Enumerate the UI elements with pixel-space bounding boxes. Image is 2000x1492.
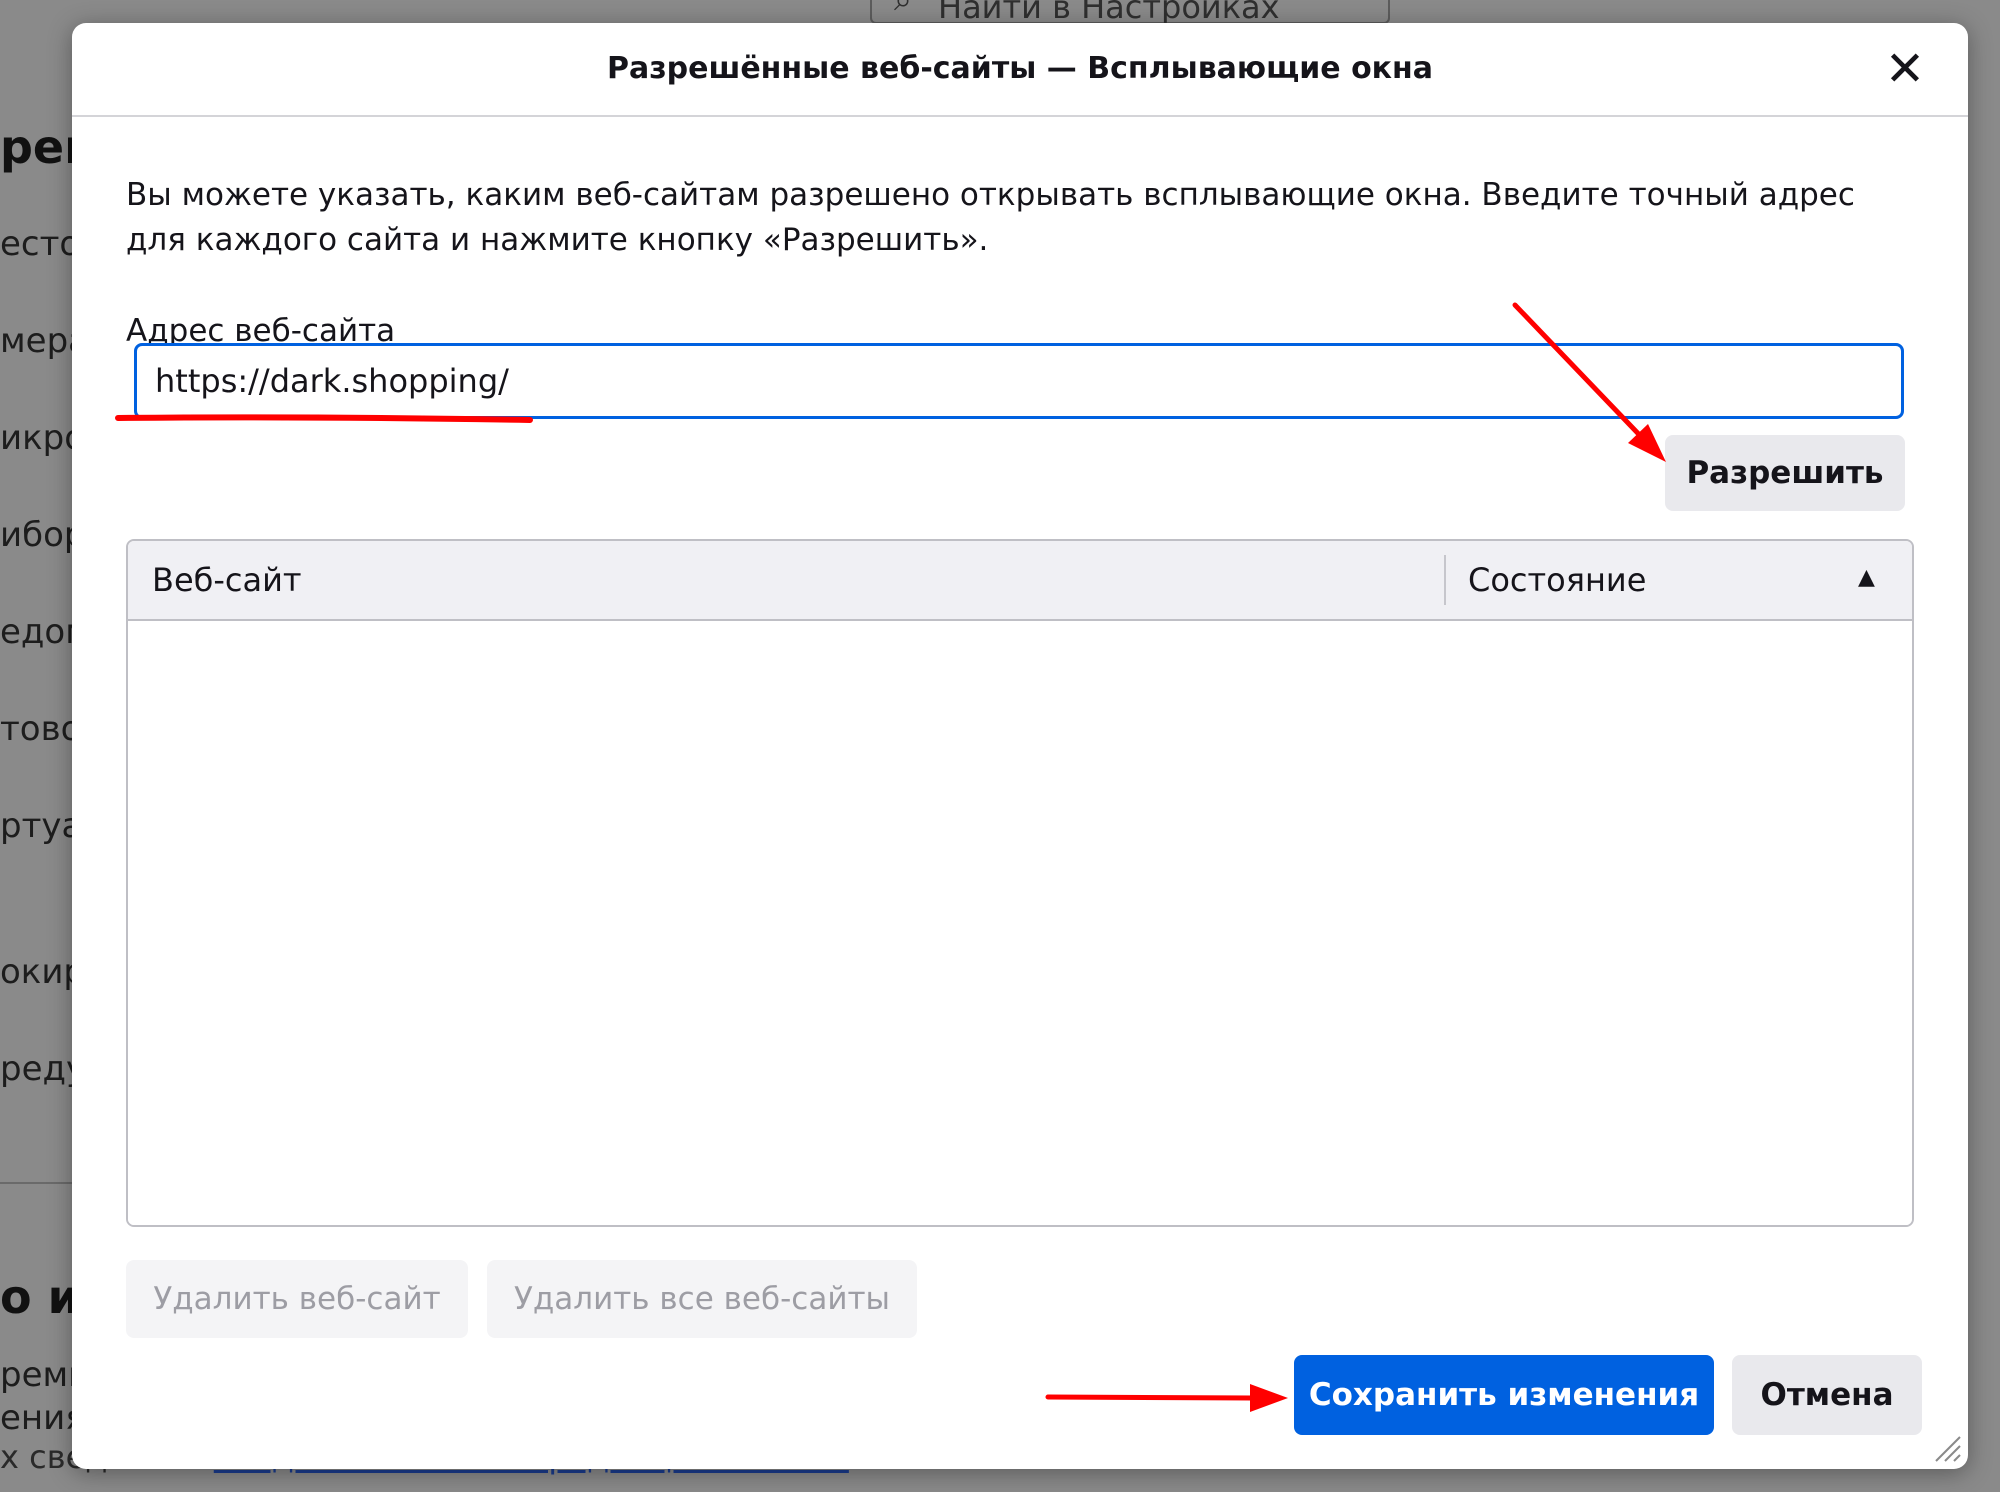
settings-search-field: ⌕ Найти в Настройках [870,0,1390,26]
sort-ascending-icon[interactable]: ▲ [1858,565,1875,590]
permissions-dialog: Разрешённые веб-сайты — Всплывающие окна… [72,23,1968,1469]
column-header-website[interactable]: Веб-сайт [152,561,302,599]
bg-item-autoplay: тово [0,709,82,749]
resize-grip-icon[interactable] [1932,1433,1962,1463]
search-icon: ⌕ [894,0,912,19]
dialog-description: Вы можете указать, каким веб-сайтам разр… [126,177,1855,258]
table-header: Веб-сайт Состояние ▲ [128,541,1912,621]
cancel-button[interactable]: Отмена [1732,1355,1922,1435]
bg-section-heading-2: о и [0,1270,80,1324]
column-header-status[interactable]: Состояние [1468,561,1646,599]
column-divider [1444,555,1446,605]
allow-button[interactable]: Разрешить [1665,435,1905,511]
close-icon[interactable]: ✕ [1882,45,1928,93]
table-body [128,621,1912,1225]
bg-item-virtual-reality: ртуа [0,806,83,846]
remove-all-websites-button[interactable]: Удалить все веб-сайты [487,1260,917,1338]
remove-website-button[interactable]: Удалить веб-сайт [126,1260,468,1338]
dialog-titlebar: Разрешённые веб-сайты — Всплывающие окна… [72,23,1968,117]
save-changes-button[interactable]: Сохранить изменения [1294,1355,1714,1435]
bg-divider [0,1182,80,1184]
website-address-input[interactable] [134,343,1904,419]
dialog-title: Разрешённые веб-сайты — Всплывающие окна [606,51,1434,86]
websites-table: Веб-сайт Состояние ▲ [126,539,1914,1227]
